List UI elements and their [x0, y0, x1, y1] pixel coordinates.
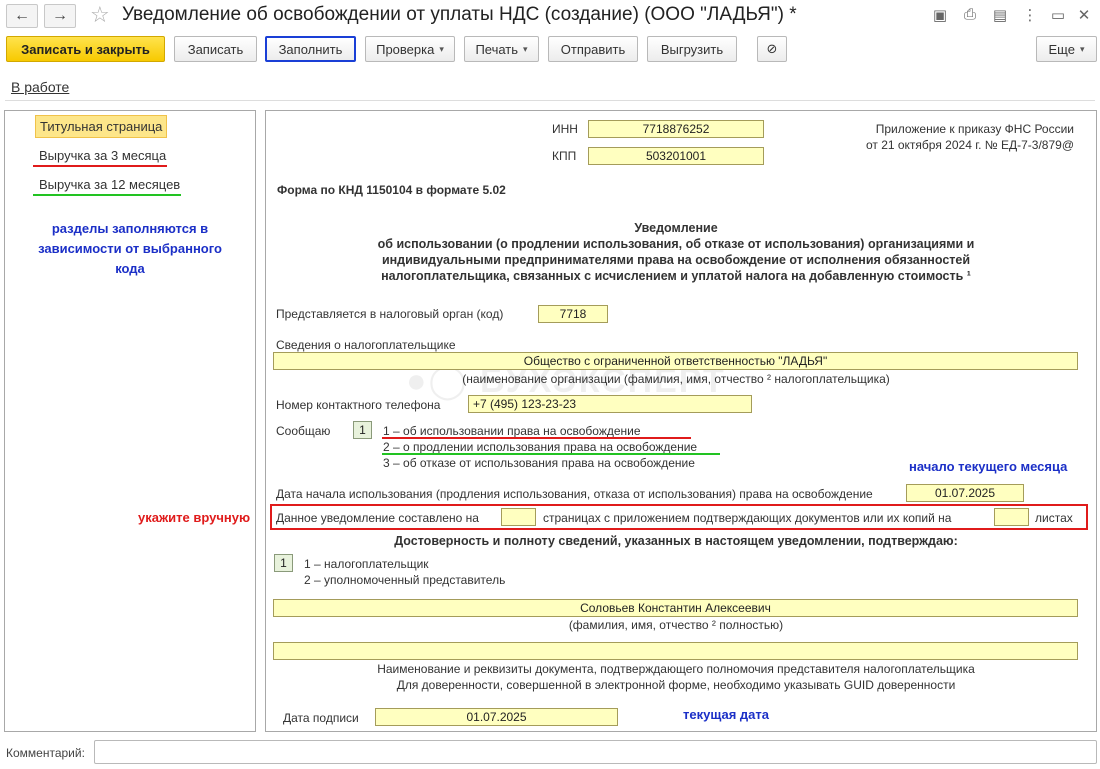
org-caption: (наименование организации (фамилия, имя,… — [462, 372, 890, 386]
signer-caption: (фамилия, имя, отчество ² полностью) — [568, 618, 784, 632]
appendix-line-1: Приложение к приказу ФНС России — [875, 122, 1074, 136]
print-icon[interactable]: ⎙ — [960, 6, 980, 23]
save-button[interactable]: Записать — [174, 36, 257, 62]
close-icon[interactable]: ✕ — [1074, 6, 1094, 24]
more-button[interactable]: Еще ▾ — [1036, 36, 1097, 62]
print-label: Печать — [475, 41, 519, 57]
green-underline — [382, 453, 720, 455]
signer-name-field[interactable]: Соловьев Константин Алексеевич — [273, 599, 1078, 617]
check-label: Проверка — [376, 41, 435, 57]
tax-office-label: Представляется в налоговый орган (код) — [276, 307, 504, 321]
document-icon[interactable]: ▤ — [990, 6, 1010, 24]
window-title: Уведомление об освобождении от уплаты НД… — [122, 4, 797, 25]
report-option-1: 1 – об использовании права на освобожден… — [383, 424, 641, 438]
annotation-today: текущая дата — [683, 707, 769, 722]
sheets-label: листах — [1035, 511, 1073, 525]
chevron-down-icon: ▾ — [1079, 43, 1085, 54]
save-and-close-button[interactable]: Записать и закрыть — [6, 36, 165, 62]
rep-caption-1: Наименование и реквизиты документа, подт… — [377, 662, 975, 676]
more-options-icon[interactable]: ⋮ — [1020, 6, 1040, 24]
form-panel: ●◯ БУХЭКСПЕРТ ИНН 7718876252 КПП 5032010… — [265, 110, 1097, 732]
signer-code-field[interactable]: 1 — [274, 554, 293, 572]
sign-date-label: Дата подписи — [283, 711, 359, 725]
check-button[interactable]: Проверка ▾ — [365, 36, 455, 62]
confirm-heading: Достоверность и полноту сведений, указан… — [394, 534, 958, 548]
heading-line-1: Уведомление — [634, 221, 718, 235]
org-name-field[interactable]: Общество с ограниченной ответственностью… — [273, 352, 1078, 370]
phone-field[interactable]: +7 (495) 123-23-23 — [468, 395, 752, 413]
back-button[interactable]: ← — [6, 4, 38, 28]
kpp-field[interactable]: 503201001 — [588, 147, 764, 165]
save-icon[interactable]: ▣ — [930, 6, 950, 24]
report-code-field[interactable]: 1 — [353, 421, 372, 439]
heading-line-2: об использовании (о продлении использова… — [377, 237, 975, 251]
paperclip-icon: ⊘ — [766, 41, 778, 56]
comment-input[interactable] — [94, 740, 1097, 764]
upload-label: Выгрузить — [660, 41, 724, 57]
more-label: Еще — [1048, 41, 1075, 57]
report-label: Сообщаю — [276, 424, 331, 438]
tax-office-field[interactable]: 7718 — [538, 305, 608, 323]
comment-label: Комментарий: — [6, 746, 85, 760]
section-revenue-12-months[interactable]: Выручка за 12 месяцев — [35, 174, 184, 195]
appendix-line-2: от 21 октября 2024 г. № ЕД-7-3/879@ — [865, 138, 1074, 152]
attach-button[interactable]: ⊘ — [757, 36, 787, 62]
minimize-icon[interactable]: ▭ — [1048, 6, 1068, 24]
sign-date-field[interactable]: 01.07.2025 — [375, 708, 618, 726]
rep-caption-2: Для доверенности, совершенной в электрон… — [396, 678, 956, 692]
divider — [5, 100, 1095, 101]
fill-button[interactable]: Заполнить — [265, 36, 356, 62]
print-button[interactable]: Печать ▾ — [464, 36, 539, 62]
pages-label: Данное уведомление составлено на — [276, 511, 479, 525]
star-icon[interactable]: ☆ — [90, 2, 110, 28]
form-knd: Форма по КНД 1150104 в формате 5.02 — [277, 183, 506, 197]
arrow-left-icon: ← — [14, 7, 30, 24]
signer-option-1: 1 – налогоплательщик — [304, 557, 429, 571]
heading-line-3: индивидуальными предпринимателями права … — [381, 253, 971, 267]
annotation-month-start: начало текущего месяца — [909, 459, 1068, 474]
start-date-label: Дата начала использования (продления исп… — [276, 487, 873, 501]
sections-panel: Титульная страница Выручка за 3 месяца В… — [4, 110, 256, 732]
kpp-label: КПП — [552, 149, 577, 163]
save-and-close-label: Записать и закрыть — [21, 41, 150, 57]
pages-mid-label: страницах с приложением подтверждающих д… — [543, 511, 952, 525]
rep-doc-field[interactable] — [273, 642, 1078, 660]
pages-field[interactable] — [501, 508, 536, 526]
send-label: Отправить — [560, 41, 626, 57]
arrow-right-icon: → — [52, 7, 68, 24]
heading-line-4: налогоплательщика, связанных с исчислени… — [381, 269, 971, 283]
report-option-3: 3 – об отказе от использования права на … — [383, 456, 695, 470]
red-underline — [382, 437, 691, 439]
section-title-page[interactable]: Титульная страница — [35, 115, 168, 138]
annotation-manual: укажите вручную — [138, 510, 251, 525]
signer-option-2: 2 – уполномоченный представитель — [304, 573, 506, 587]
chevron-down-icon: ▾ — [523, 43, 528, 54]
payer-label: Сведения о налогоплательщике — [276, 338, 456, 352]
upload-button[interactable]: Выгрузить — [647, 36, 737, 62]
status-link[interactable]: В работе — [11, 79, 69, 95]
forward-button[interactable]: → — [44, 4, 76, 28]
green-underline — [33, 194, 181, 196]
sections-hint: разделы заполняются в зависимости от выб… — [38, 221, 222, 276]
inn-field[interactable]: 7718876252 — [588, 120, 764, 138]
fill-label: Заполнить — [278, 41, 343, 57]
phone-label: Номер контактного телефона — [276, 398, 441, 412]
sheets-field[interactable] — [994, 508, 1029, 526]
save-label: Записать — [187, 41, 244, 57]
start-date-field[interactable]: 01.07.2025 — [906, 484, 1024, 502]
inn-label: ИНН — [552, 122, 578, 136]
red-underline — [33, 165, 167, 167]
send-button[interactable]: Отправить — [548, 36, 638, 62]
report-option-2: 2 – о продлении использования права на о… — [383, 440, 698, 454]
section-revenue-3-months[interactable]: Выручка за 3 месяца — [35, 145, 170, 166]
chevron-down-icon: ▾ — [439, 43, 444, 54]
